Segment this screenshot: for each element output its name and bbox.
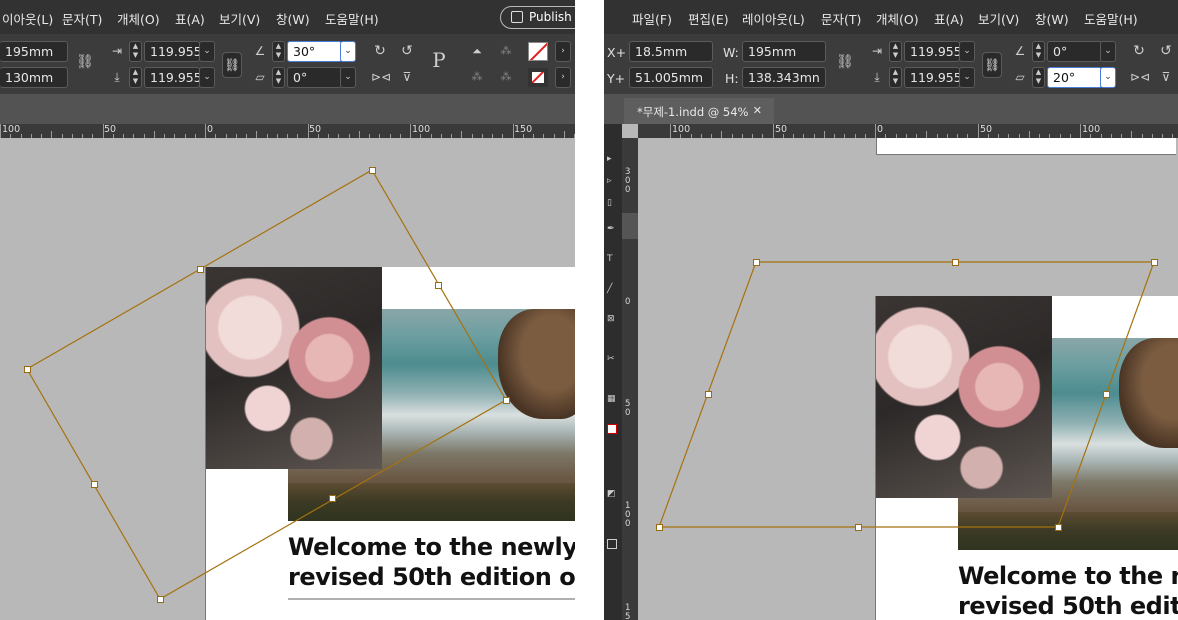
transform-handle[interactable] <box>435 282 442 289</box>
transform-handle[interactable] <box>656 524 663 531</box>
transform-handle[interactable] <box>1151 259 1158 266</box>
right-screenshot-panel: 파일(F) 편집(E) 레이아웃(L) 문자(T) 개체(O) 표(A) 보기(… <box>604 0 1178 620</box>
transform-handle[interactable] <box>1103 391 1110 398</box>
transform-handle[interactable] <box>24 366 31 373</box>
selection-outline <box>658 261 1155 528</box>
left-screenshot-panel: 이아웃(L) 문자(T) 개체(O) 표(A) 보기(V) 창(W) 도움말(H… <box>0 0 575 620</box>
transform-handle[interactable] <box>753 259 760 266</box>
transform-handle[interactable] <box>197 266 204 273</box>
transform-handle[interactable] <box>329 495 336 502</box>
transform-handle[interactable] <box>952 259 959 266</box>
rotated-selection-frame[interactable] <box>0 0 575 620</box>
selection-outline <box>26 169 507 600</box>
transform-handle[interactable] <box>157 596 164 603</box>
transform-handle[interactable] <box>855 524 862 531</box>
sheared-selection-frame[interactable] <box>604 0 1178 620</box>
transform-handle[interactable] <box>91 481 98 488</box>
transform-handle[interactable] <box>1055 524 1062 531</box>
transform-handle[interactable] <box>369 167 376 174</box>
transform-handle[interactable] <box>503 397 510 404</box>
panel-divider <box>575 0 604 620</box>
transform-handle[interactable] <box>705 391 712 398</box>
